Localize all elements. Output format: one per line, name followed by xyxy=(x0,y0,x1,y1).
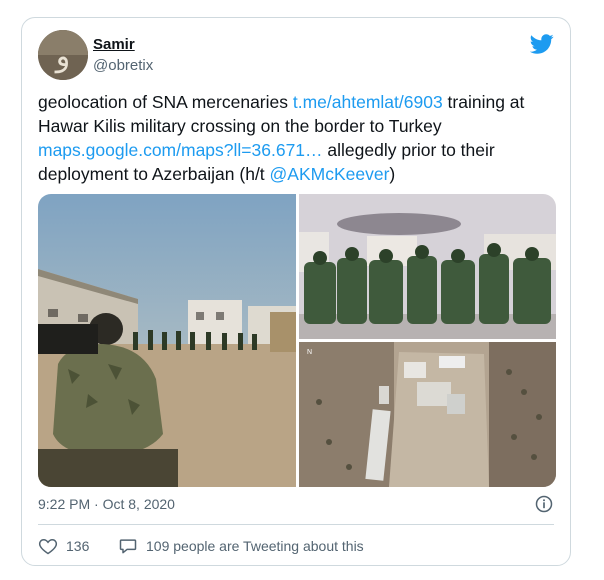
tweet-text-part: ) xyxy=(389,164,396,184)
conversation-text: 109 people are Tweeting about this xyxy=(146,538,364,554)
photo-satellite-map[interactable]: N xyxy=(299,342,556,487)
user-name[interactable]: Samir xyxy=(93,36,135,53)
user-handle[interactable]: @obretix xyxy=(93,57,153,74)
info-icon[interactable] xyxy=(534,494,554,514)
like-count: 136 xyxy=(66,538,90,554)
twitter-bird-icon[interactable] xyxy=(530,32,554,56)
google-maps-link[interactable]: maps.google.com/maps?ll=36.671… xyxy=(38,140,323,160)
svg-text:و: و xyxy=(54,39,71,74)
photo-training-yard[interactable] xyxy=(38,194,296,487)
speech-bubble-icon xyxy=(119,539,137,554)
map-north-label: N xyxy=(307,349,312,356)
mention-link[interactable]: @AKMcKeever xyxy=(270,164,390,184)
tweet-timestamp[interactable]: 9:22 PM · Oct 8, 2020 xyxy=(38,496,175,512)
divider xyxy=(38,524,554,525)
telegram-link[interactable]: t.me/ahtemlat/6903 xyxy=(293,92,443,112)
avatar[interactable]: و xyxy=(38,30,88,80)
tweet-text: geolocation of SNA mercenaries t.me/ahte… xyxy=(38,90,558,186)
conversation-link[interactable]: 109 people are Tweeting about this xyxy=(118,536,364,556)
media-grid: N xyxy=(38,194,556,487)
photo-formation[interactable] xyxy=(299,194,556,339)
like-button[interactable]: 136 xyxy=(38,536,89,556)
avatar-image: و xyxy=(38,30,88,80)
tweet-card: و Samir @obretix geolocation of SNA merc… xyxy=(21,17,571,566)
tweet-text-part: geolocation of SNA mercenaries xyxy=(38,92,293,112)
heart-icon xyxy=(38,538,58,555)
